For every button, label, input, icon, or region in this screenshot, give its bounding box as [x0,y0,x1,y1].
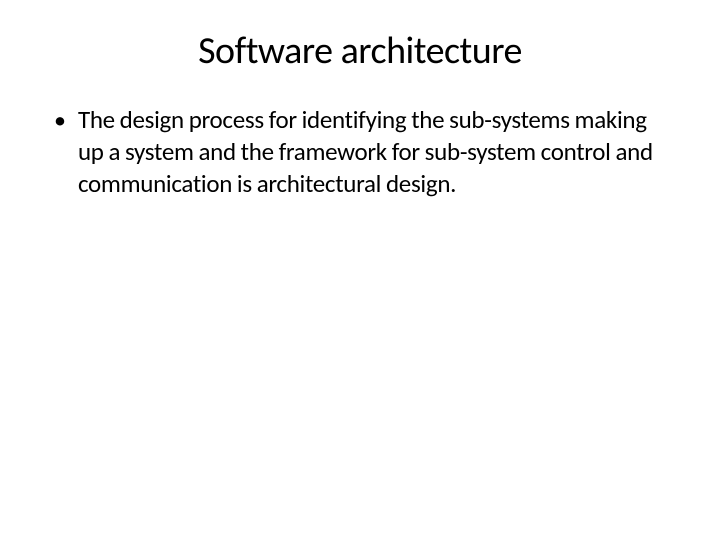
bullet-icon: • [54,104,66,138]
slide-content: • The design process for identifying the… [50,104,670,200]
slide: Software architecture • The design proce… [0,0,720,540]
list-item: • The design process for identifying the… [56,104,670,200]
bullet-text: The design process for identifying the s… [78,104,670,200]
slide-title: Software architecture [50,28,670,74]
